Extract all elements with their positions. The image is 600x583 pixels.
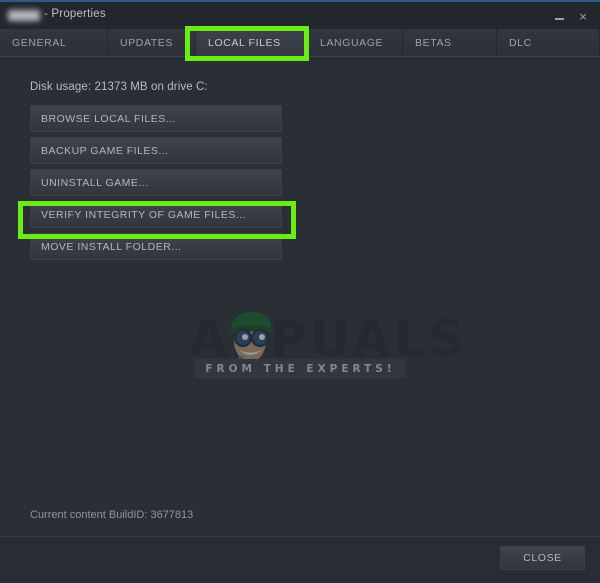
dialog-footer: CLOSE: [0, 536, 600, 583]
tab-local-files[interactable]: LOCAL FILES: [196, 29, 308, 56]
blurred-game-name: [8, 10, 40, 21]
move-install-folder-button[interactable]: MOVE INSTALL FOLDER...: [30, 233, 282, 260]
tab-language[interactable]: LANGUAGE: [308, 29, 403, 56]
watermark-tagline: FROM THE EXPERTS!: [205, 362, 396, 375]
backup-game-files-button[interactable]: BACKUP GAME FILES...: [30, 137, 282, 164]
close-button[interactable]: CLOSE: [500, 546, 585, 570]
build-id-text: Current content BuildID: 3677813: [30, 509, 194, 521]
verify-integrity-button[interactable]: VERIFY INTEGRITY OF GAME FILES...: [30, 201, 282, 228]
close-icon[interactable]: ×: [572, 6, 594, 26]
tab-dlc[interactable]: DLC: [497, 29, 600, 56]
browse-local-files-button[interactable]: BROWSE LOCAL FILES...: [30, 105, 282, 132]
uninstall-game-button[interactable]: UNINSTALL GAME...: [30, 169, 282, 196]
local-files-panel: Disk usage: 21373 MB on drive C: BROWSE …: [0, 57, 600, 536]
window-title: - Properties: [44, 8, 106, 20]
disk-usage-text: Disk usage: 21373 MB on drive C:: [30, 81, 208, 93]
tab-betas[interactable]: BETAS: [403, 29, 497, 56]
appuals-watermark: APPUALS FROM THE EXPERTS!: [175, 310, 465, 388]
minimize-icon[interactable]: [548, 6, 570, 26]
window-controls: ×: [548, 6, 594, 26]
window-titlebar: - Properties ×: [0, 2, 600, 29]
properties-window: - Properties × GENERAL UPDATES LOCAL FIL…: [0, 0, 600, 583]
local-files-actions: BROWSE LOCAL FILES... BACKUP GAME FILES.…: [30, 105, 282, 265]
tab-bar: GENERAL UPDATES LOCAL FILES LANGUAGE BET…: [0, 29, 600, 56]
tab-updates[interactable]: UPDATES: [108, 29, 196, 56]
watermark-tagline-band: FROM THE EXPERTS!: [195, 359, 406, 378]
tab-general[interactable]: GENERAL: [0, 29, 108, 56]
